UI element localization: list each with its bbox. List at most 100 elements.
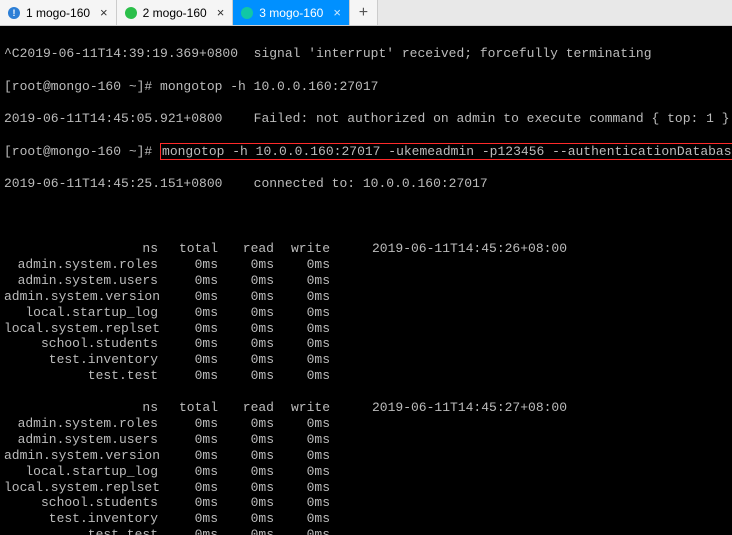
close-icon[interactable]: × [217, 6, 225, 19]
cell-total: 0ms [172, 289, 228, 305]
cell-empty [340, 527, 372, 535]
cell-ns: admin.system.version [4, 289, 172, 305]
tab-label: 2 mogo-160 [143, 6, 207, 20]
table-row: local.startup_log0ms0ms0ms [4, 464, 728, 480]
cell-write: 0ms [284, 432, 340, 448]
cell-ns: admin.system.users [4, 273, 172, 289]
table-header-row: nstotalreadwrite2019-06-11T14:45:26+08:0… [4, 241, 728, 257]
block-timestamp: 2019-06-11T14:45:27+08:00 [340, 400, 567, 416]
cell-write: 0ms [284, 352, 340, 368]
info-icon: ! [8, 7, 20, 19]
cell-empty [340, 511, 372, 527]
tab-3[interactable]: 3 mogo-160 × [233, 0, 350, 25]
cell-empty [340, 368, 372, 384]
col-ns-header: ns [4, 400, 172, 416]
cell-ns: admin.system.roles [4, 257, 172, 273]
cell-empty [340, 305, 372, 321]
table-row: test.inventory0ms0ms0ms [4, 352, 728, 368]
cell-total: 0ms [172, 416, 228, 432]
col-write-header: write [284, 241, 340, 257]
blank-line [4, 384, 728, 400]
table-row: school.students0ms0ms0ms [4, 495, 728, 511]
cell-total: 0ms [172, 321, 228, 337]
tab-label: 3 mogo-160 [259, 6, 323, 20]
cell-read: 0ms [228, 448, 284, 464]
cell-write: 0ms [284, 368, 340, 384]
output-line: ^C2019-06-11T14:39:19.369+0800 signal 'i… [4, 46, 728, 62]
col-total-header: total [172, 241, 228, 257]
close-icon[interactable]: × [100, 6, 108, 19]
cell-ns: local.system.replset [4, 480, 172, 496]
table-row: test.inventory0ms0ms0ms [4, 511, 728, 527]
new-tab-button[interactable]: + [350, 0, 378, 25]
cell-empty [340, 289, 372, 305]
cell-empty [340, 448, 372, 464]
col-write-header: write [284, 400, 340, 416]
mongotop-block: nstotalreadwrite2019-06-11T14:45:26+08:0… [4, 241, 728, 384]
tab-label: 1 mogo-160 [26, 6, 90, 20]
cell-ns: local.system.replset [4, 321, 172, 337]
cell-empty [340, 321, 372, 337]
cell-write: 0ms [284, 511, 340, 527]
table-row: local.system.replset0ms0ms0ms [4, 480, 728, 496]
cell-ns: test.test [4, 527, 172, 535]
cell-ns: admin.system.roles [4, 416, 172, 432]
table-row: admin.system.version0ms0ms0ms [4, 289, 728, 305]
cell-total: 0ms [172, 464, 228, 480]
table-row: school.students0ms0ms0ms [4, 336, 728, 352]
tab-1[interactable]: ! 1 mogo-160 × [0, 0, 117, 25]
cell-ns: admin.system.users [4, 432, 172, 448]
cell-write: 0ms [284, 289, 340, 305]
plus-icon: + [359, 4, 368, 22]
table-row: admin.system.version0ms0ms0ms [4, 448, 728, 464]
cell-read: 0ms [228, 480, 284, 496]
block-timestamp: 2019-06-11T14:45:26+08:00 [340, 241, 567, 257]
table-header-row: nstotalreadwrite2019-06-11T14:45:27+08:0… [4, 400, 728, 416]
table-row: admin.system.roles0ms0ms0ms [4, 257, 728, 273]
cell-read: 0ms [228, 495, 284, 511]
table-row: test.test0ms0ms0ms [4, 527, 728, 535]
command-line: [root@mongo-160 ~]# mongotop -h 10.0.0.1… [4, 144, 728, 160]
cell-ns: school.students [4, 495, 172, 511]
cell-write: 0ms [284, 336, 340, 352]
output-line: 2019-06-11T14:45:05.921+0800 Failed: not… [4, 111, 728, 127]
cell-empty [340, 480, 372, 496]
cell-total: 0ms [172, 336, 228, 352]
cell-write: 0ms [284, 305, 340, 321]
cell-read: 0ms [228, 321, 284, 337]
output-line: 2019-06-11T14:45:25.151+0800 connected t… [4, 176, 728, 192]
cell-read: 0ms [228, 511, 284, 527]
cell-empty [340, 495, 372, 511]
table-row: admin.system.roles0ms0ms0ms [4, 416, 728, 432]
cell-read: 0ms [228, 273, 284, 289]
table-row: test.test0ms0ms0ms [4, 368, 728, 384]
cell-total: 0ms [172, 305, 228, 321]
cell-empty [340, 336, 372, 352]
cell-empty [340, 257, 372, 273]
cell-write: 0ms [284, 273, 340, 289]
cell-ns: test.test [4, 368, 172, 384]
cell-write: 0ms [284, 464, 340, 480]
cell-total: 0ms [172, 352, 228, 368]
cell-empty [340, 464, 372, 480]
cell-total: 0ms [172, 273, 228, 289]
cell-read: 0ms [228, 336, 284, 352]
terminal-output[interactable]: ^C2019-06-11T14:39:19.369+0800 signal 'i… [0, 26, 732, 535]
cell-write: 0ms [284, 527, 340, 535]
close-icon[interactable]: × [333, 6, 341, 19]
cell-ns: school.students [4, 336, 172, 352]
cell-total: 0ms [172, 511, 228, 527]
blank-line [4, 209, 728, 225]
col-ns-header: ns [4, 241, 172, 257]
col-total-header: total [172, 400, 228, 416]
cell-read: 0ms [228, 527, 284, 535]
table-row: local.startup_log0ms0ms0ms [4, 305, 728, 321]
cell-total: 0ms [172, 368, 228, 384]
tab-2[interactable]: 2 mogo-160 × [117, 0, 234, 25]
cell-empty [340, 416, 372, 432]
col-read-header: read [228, 241, 284, 257]
cell-ns: local.startup_log [4, 464, 172, 480]
cell-write: 0ms [284, 321, 340, 337]
cell-empty [340, 352, 372, 368]
cell-total: 0ms [172, 495, 228, 511]
